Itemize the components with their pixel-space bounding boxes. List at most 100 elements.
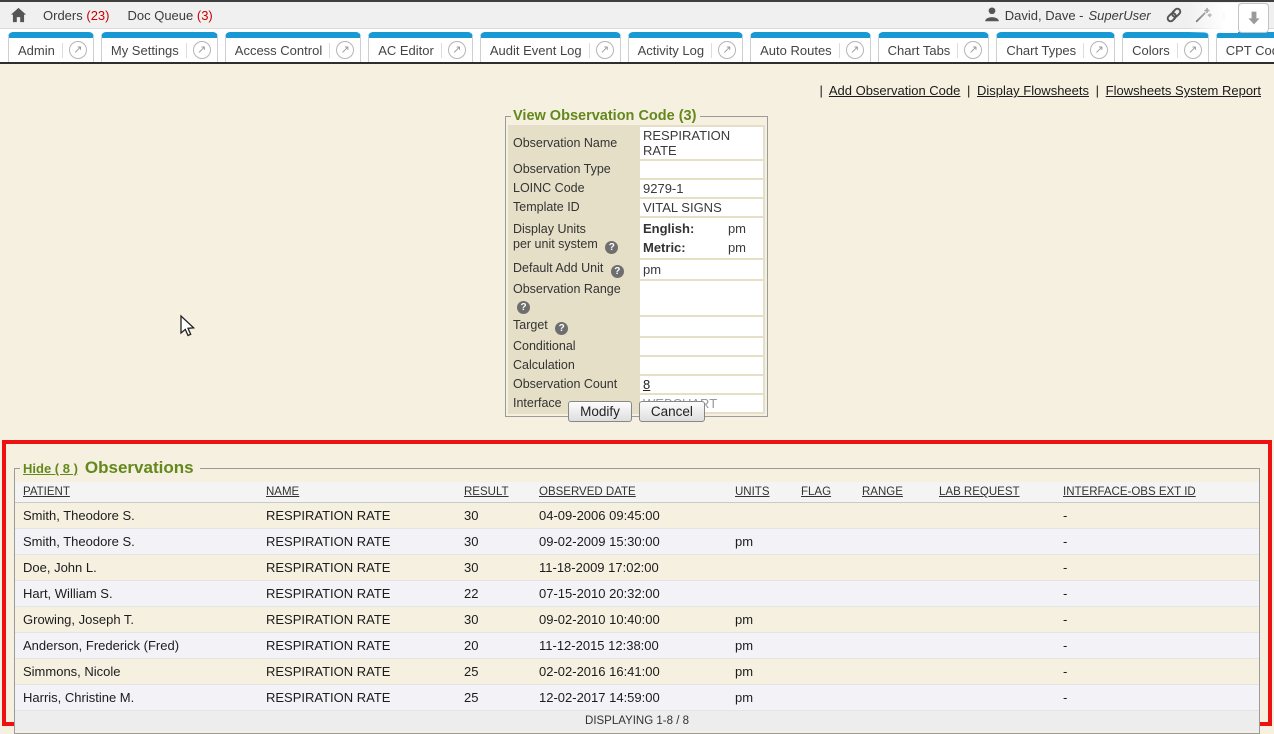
popout-arrow-icon[interactable]: ↗ — [1090, 41, 1108, 59]
tab-cpt-codes[interactable]: CPT Codes ↗ — [1216, 32, 1274, 62]
cell-interface-obs-ext-id: - — [1055, 529, 1259, 555]
column-header-patient[interactable]: PATIENT — [15, 482, 258, 503]
link-separator: | — [820, 83, 823, 98]
field-row-calculation: Calculation — [510, 357, 763, 374]
tab-access-control[interactable]: Access Control ↗ — [225, 32, 361, 62]
column-header-result[interactable]: RESULT — [456, 482, 531, 503]
column-header-name[interactable]: NAME — [258, 482, 456, 503]
hide-link[interactable]: Hide ( 8 ) — [23, 461, 78, 476]
field-value[interactable]: 8 — [640, 376, 763, 393]
unit-line-english: English:pm — [643, 219, 760, 238]
cell-flag — [793, 581, 854, 607]
more-tabs-button[interactable] — [1238, 3, 1269, 33]
cell-name: RESPIRATION RATE — [258, 529, 456, 555]
popout-arrow-icon[interactable]: ↗ — [336, 41, 354, 59]
field-value[interactable]: 9279-1 — [640, 180, 763, 197]
observations-table: PATIENTNAMERESULTOBSERVED DATEUNITSFLAGR… — [15, 482, 1259, 731]
cell-lab-request — [931, 607, 1055, 633]
cell-result: 25 — [456, 685, 531, 711]
home-icon[interactable] — [10, 7, 27, 23]
field-value[interactable] — [640, 161, 763, 178]
tab-admin[interactable]: Admin ↗ — [8, 32, 94, 62]
field-value[interactable]: VITAL SIGNS — [640, 199, 763, 216]
column-header-range[interactable]: RANGE — [854, 482, 931, 503]
tab-audit-event-log[interactable]: Audit Event Log ↗ — [480, 32, 621, 62]
tab-label: Chart Types — [1006, 43, 1083, 58]
table-row: Doe, John L.RESPIRATION RATE3011-18-2009… — [15, 555, 1259, 581]
field-value[interactable] — [640, 317, 763, 336]
table-row: Smith, Theodore S.RESPIRATION RATE3009-0… — [15, 529, 1259, 555]
question-mark-icon[interactable]: ? — [611, 265, 624, 278]
popout-arrow-icon[interactable]: ↗ — [69, 41, 87, 59]
observations-panel: Hide ( 8 ) Observations PATIENTNAMERESUL… — [14, 458, 1260, 734]
tab-activity-log[interactable]: Activity Log ↗ — [628, 32, 743, 62]
tab-label: AC Editor — [378, 43, 441, 58]
cell-result: 30 — [456, 503, 531, 529]
view-observation-code-panel: View Observation Code (3) Observation Na… — [505, 108, 768, 417]
tab-auto-routes[interactable]: Auto Routes ↗ — [750, 32, 871, 62]
question-mark-icon[interactable]: ? — [517, 301, 530, 314]
column-header-units[interactable]: UNITS — [727, 482, 793, 503]
question-mark-icon[interactable]: ? — [555, 322, 568, 335]
tab-my-settings[interactable]: My Settings ↗ — [101, 32, 218, 62]
link-icon[interactable] — [1165, 6, 1183, 24]
cell-patient: Harris, Christine M. — [15, 685, 258, 711]
popout-arrow-icon[interactable]: ↗ — [964, 41, 982, 59]
cell-units — [727, 503, 793, 529]
cell-result: 25 — [456, 659, 531, 685]
tab-chart-tabs[interactable]: Chart Tabs ↗ — [878, 32, 990, 62]
field-value[interactable]: pm — [640, 260, 763, 279]
table-row: Growing, Joseph T.RESPIRATION RATE3009-0… — [15, 607, 1259, 633]
modify-button[interactable]: Modify — [568, 401, 632, 422]
tab-divider — [957, 43, 958, 58]
user-menu[interactable]: David, Dave - SuperUser — [984, 6, 1151, 25]
link-flowsheets-system-report[interactable]: Flowsheets System Report — [1106, 83, 1261, 98]
cancel-button[interactable]: Cancel — [639, 401, 705, 422]
cell-interface-obs-ext-id: - — [1055, 633, 1259, 659]
link-add-observation-code[interactable]: Add Observation Code — [829, 83, 961, 98]
popout-arrow-icon[interactable]: ↗ — [596, 41, 614, 59]
link-display-flowsheets[interactable]: Display Flowsheets — [977, 83, 1089, 98]
nav-orders[interactable]: Orders (23) — [43, 8, 109, 23]
table-row: Harris, Christine M.RESPIRATION RATE2512… — [15, 685, 1259, 711]
field-value[interactable] — [640, 281, 763, 315]
field-value[interactable]: RESPIRATION RATE — [640, 127, 763, 159]
doc-queue-label: Doc Queue — [127, 8, 193, 23]
popout-arrow-icon[interactable]: ↗ — [193, 41, 211, 59]
tab-chart-types[interactable]: Chart Types ↗ — [996, 32, 1115, 62]
unit-line-metric: Metric:pm — [643, 238, 760, 257]
question-mark-icon[interactable]: ? — [605, 241, 618, 254]
help-icon[interactable]: ? — [1223, 7, 1239, 23]
cell-range — [854, 633, 931, 659]
field-value[interactable] — [640, 357, 763, 374]
tab-divider — [329, 43, 330, 58]
column-header-observed-date[interactable]: OBSERVED DATE — [531, 482, 727, 503]
column-header-interface-obs-ext-id[interactable]: INTERFACE-OBS EXT ID — [1055, 482, 1259, 503]
field-row-loinc-code: LOINC Code 9279-1 — [510, 180, 763, 197]
field-label: Observation Count — [510, 376, 638, 393]
field-value[interactable]: English:pmMetric:pm — [640, 218, 763, 258]
nav-doc-queue[interactable]: Doc Queue (3) — [127, 8, 212, 23]
tab-ac-editor[interactable]: AC Editor ↗ — [368, 32, 473, 62]
popout-arrow-icon[interactable]: ↗ — [448, 41, 466, 59]
tab-divider — [589, 43, 590, 58]
column-header-flag[interactable]: FLAG — [793, 482, 854, 503]
tab-colors[interactable]: Colors ↗ — [1122, 32, 1209, 62]
cell-name: RESPIRATION RATE — [258, 633, 456, 659]
wand-icon[interactable] — [1194, 6, 1212, 24]
popout-arrow-icon[interactable]: ↗ — [846, 41, 864, 59]
popout-arrow-icon[interactable]: ↗ — [718, 41, 736, 59]
column-header-lab-request[interactable]: LAB REQUEST — [931, 482, 1055, 503]
popout-arrow-icon[interactable]: ↗ — [1184, 41, 1202, 59]
table-row: Smith, Theodore S.RESPIRATION RATE3004-0… — [15, 503, 1259, 529]
user-name: David, Dave - — [1005, 8, 1084, 23]
observations-body: Smith, Theodore S.RESPIRATION RATE3004-0… — [15, 503, 1259, 711]
field-label: Display Unitsper unit system ? — [510, 218, 638, 258]
cell-flag — [793, 503, 854, 529]
table-footer-row: DISPLAYING 1-8 / 8 — [15, 711, 1259, 732]
down-arrow-icon — [1246, 10, 1262, 26]
field-value[interactable] — [640, 338, 763, 355]
observations-title: Observations — [85, 458, 194, 478]
tab-divider — [186, 43, 187, 58]
cell-result: 30 — [456, 555, 531, 581]
